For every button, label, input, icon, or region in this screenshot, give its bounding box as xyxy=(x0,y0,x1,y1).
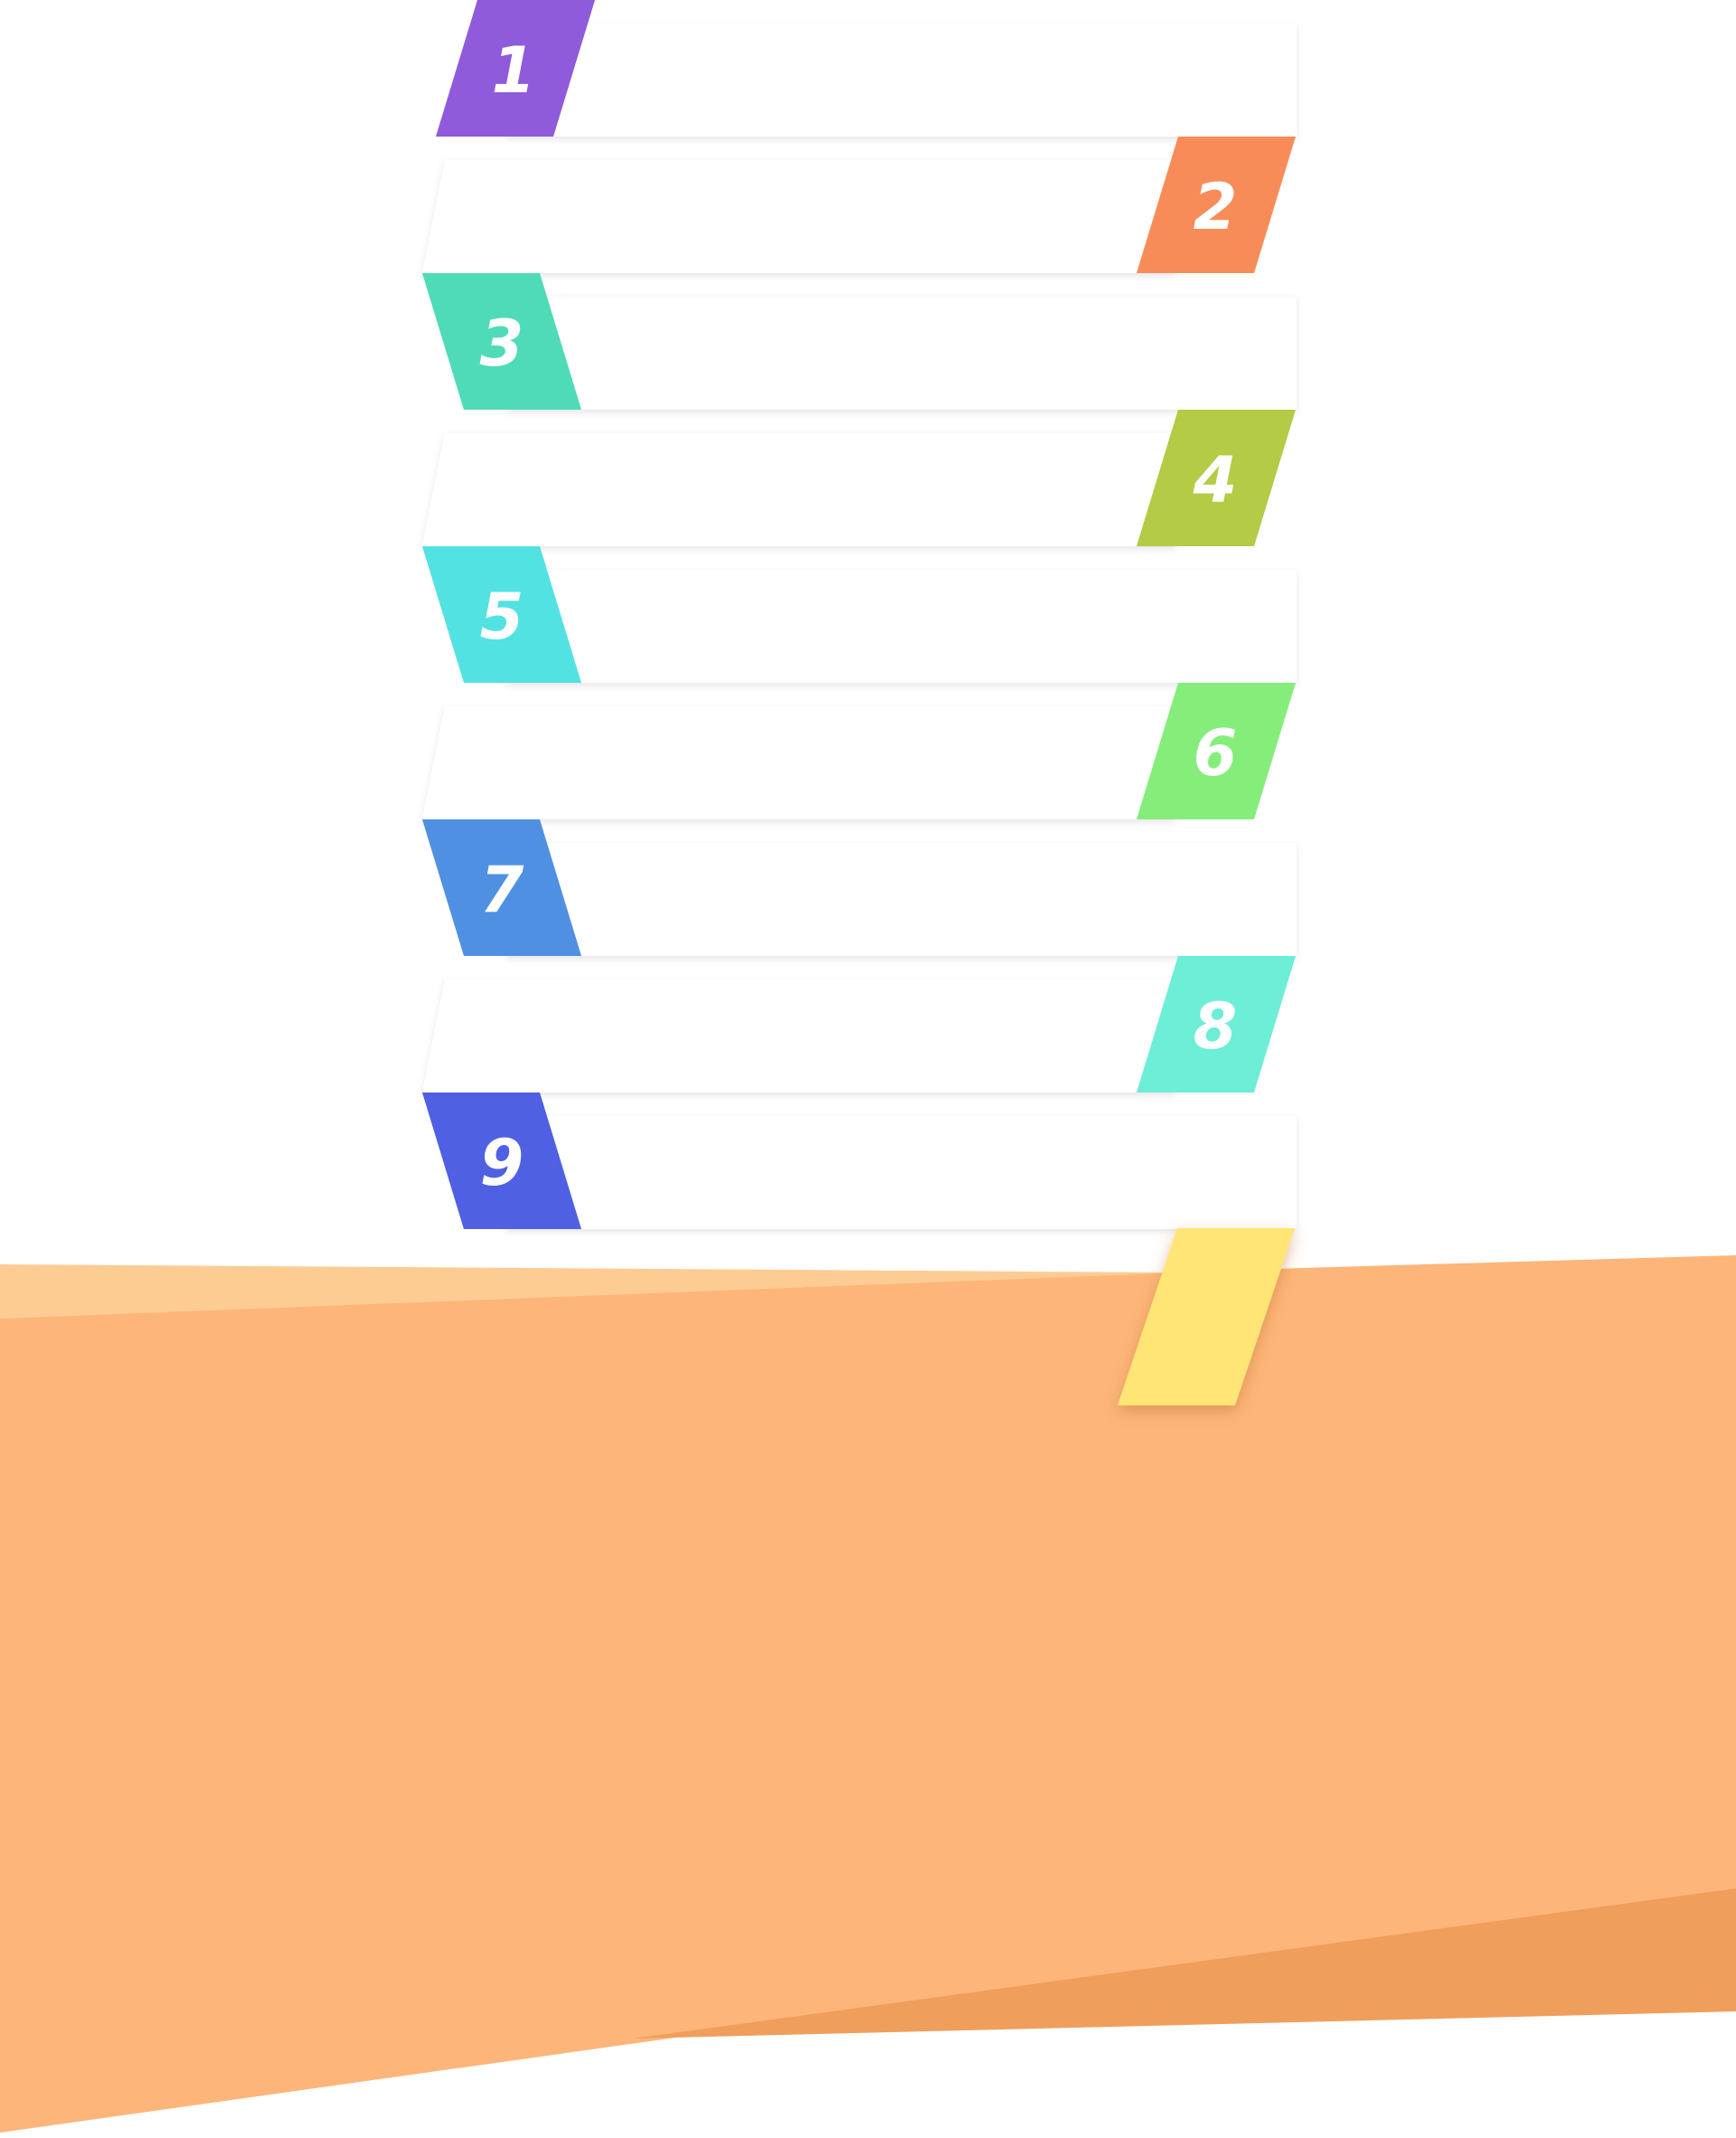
step-card xyxy=(422,160,1175,273)
infographic-stage: 1 2 3 4 5 6 7 8 9 xyxy=(0,0,1736,2134)
step-row-6: 6 xyxy=(422,683,1296,819)
ground-band xyxy=(0,1255,1736,2133)
step-card xyxy=(422,979,1175,1093)
step-card xyxy=(422,706,1175,819)
step-number: 7 xyxy=(480,853,524,927)
step-row-2: 2 xyxy=(422,137,1296,273)
step-card xyxy=(506,843,1297,956)
step-card xyxy=(506,297,1297,410)
step-card xyxy=(422,433,1175,546)
step-number: 2 xyxy=(1194,170,1238,244)
step-number: 4 xyxy=(1193,443,1238,517)
step-number: 1 xyxy=(492,33,536,108)
step-number: 9 xyxy=(480,1126,524,1200)
step-number: 5 xyxy=(480,580,524,654)
step-list: 1 2 3 4 5 6 7 8 9 xyxy=(422,0,1297,1229)
step-row-7: 7 xyxy=(422,819,1297,956)
step-card xyxy=(506,24,1297,137)
step-row-4: 4 xyxy=(422,410,1296,546)
step-row-9: 9 xyxy=(422,1093,1297,1229)
step-number: 8 xyxy=(1194,989,1238,1064)
step-row-1: 1 xyxy=(436,0,1297,137)
step-row-8: 8 xyxy=(422,956,1296,1093)
step-card xyxy=(506,1116,1297,1229)
step-row-3: 3 xyxy=(422,273,1297,410)
step-card xyxy=(506,570,1297,683)
step-number: 6 xyxy=(1194,716,1238,790)
step-row-5: 5 xyxy=(422,546,1297,683)
numbered-steps-diagram: 1 2 3 4 5 6 7 8 9 xyxy=(0,0,1736,2133)
step-number: 3 xyxy=(480,307,524,381)
